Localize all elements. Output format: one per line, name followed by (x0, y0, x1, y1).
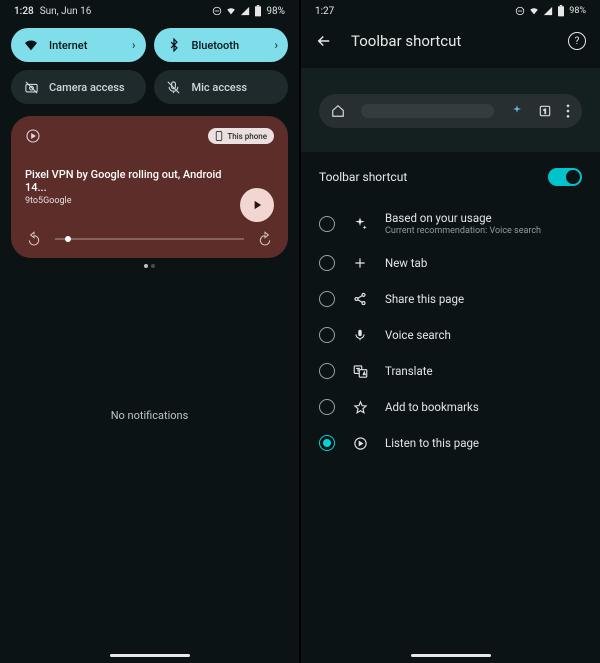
radio (319, 327, 335, 343)
battery-icon (557, 5, 565, 17)
battery-pct: 98% (266, 6, 285, 17)
url-field (361, 104, 494, 118)
tile-label: Mic access (192, 81, 248, 94)
media-source: 9to5Google (25, 196, 274, 206)
mic-off-icon (166, 79, 182, 95)
setting-label: Toolbar shortcut (319, 170, 407, 184)
status-time: 1:27 (315, 6, 334, 17)
option-label: Share this page (385, 292, 464, 306)
home-icon (331, 104, 345, 118)
chevron-right-icon: › (274, 38, 278, 52)
tile-label: Camera access (49, 81, 125, 94)
status-bar: 1:28 Sun, Jun 16 98% (0, 0, 299, 22)
tile-mic-access[interactable]: Mic access (154, 70, 289, 104)
page-title: Toolbar shortcut (351, 32, 550, 50)
radio (319, 216, 335, 232)
option-based-on-usage[interactable]: Based on your usage Current recommendati… (301, 202, 600, 245)
option-label: Based on your usage (385, 211, 541, 225)
output-label: This phone (227, 132, 267, 141)
option-label: New tab (385, 256, 427, 270)
options-list: Based on your usage Current recommendati… (301, 198, 600, 461)
status-time: 1:28 (14, 6, 34, 17)
sparkle-shortcut-icon (510, 104, 524, 118)
phone-icon (215, 131, 223, 141)
tile-internet[interactable]: Internet › (11, 28, 146, 62)
option-listen[interactable]: Listen to this page (301, 425, 600, 461)
sparkle-icon (351, 215, 369, 233)
no-notifications: No notifications (0, 268, 299, 663)
radio (319, 399, 335, 415)
progress-knob[interactable] (65, 236, 71, 242)
svg-text:1: 1 (543, 107, 547, 115)
toolbar-preview: 1 (301, 68, 600, 152)
translate-icon (351, 362, 369, 380)
radio (319, 435, 335, 451)
media-title: Pixel VPN by Google rolling out, Android… (25, 168, 274, 194)
battery-pct: 98% (569, 6, 586, 16)
option-sub: Current recommendation: Voice search (385, 226, 541, 236)
option-label: Voice search (385, 328, 451, 342)
help-button[interactable]: ? (568, 32, 586, 50)
star-icon (351, 398, 369, 416)
option-new-tab[interactable]: New tab (301, 245, 600, 281)
status-icons: 98% (212, 5, 285, 17)
battery-icon (254, 5, 262, 17)
play-circle-icon (25, 128, 41, 144)
right-phone: 1:27 98% Toolbar shortcut ? 1 Toolbar sh… (301, 0, 600, 663)
forward-10-icon[interactable] (256, 230, 274, 248)
progress-track[interactable] (55, 238, 244, 240)
tile-bluetooth[interactable]: Bluetooth › (154, 28, 289, 62)
option-label: Listen to this page (385, 436, 479, 450)
url-bar: 1 (319, 94, 582, 128)
play-button[interactable] (240, 188, 274, 222)
mic-icon (351, 326, 369, 344)
left-phone: 1:28 Sun, Jun 16 98% Internet › Bluetoot… (0, 0, 299, 663)
option-label: Translate (385, 364, 433, 378)
menu-icon (566, 104, 570, 118)
setting-row: Toolbar shortcut (301, 152, 600, 198)
home-indicator[interactable] (110, 654, 190, 657)
status-bar: 1:27 98% (301, 0, 600, 22)
radio (319, 291, 335, 307)
wifi-status-icon (226, 6, 236, 16)
tab-count-icon: 1 (538, 104, 552, 118)
toolbar-shortcut-switch[interactable] (548, 168, 582, 186)
rewind-10-icon[interactable] (25, 230, 43, 248)
radio (319, 363, 335, 379)
option-label: Add to bookmarks (385, 400, 479, 414)
signal-icon (240, 6, 250, 16)
status-date: Sun, Jun 16 (40, 6, 92, 17)
media-output-chip[interactable]: This phone (208, 128, 274, 144)
dnd-icon (212, 6, 222, 16)
plus-icon (351, 254, 369, 272)
camera-off-icon (23, 79, 39, 95)
signal-icon (543, 6, 553, 16)
media-card[interactable]: This phone Pixel VPN by Google rolling o… (11, 116, 288, 258)
tile-camera-access[interactable]: Camera access (11, 70, 146, 104)
listen-icon (351, 434, 369, 452)
option-voice-search[interactable]: Voice search (301, 317, 600, 353)
tile-label: Internet (49, 39, 87, 52)
option-translate[interactable]: Translate (301, 353, 600, 389)
option-bookmark[interactable]: Add to bookmarks (301, 389, 600, 425)
wifi-icon (23, 37, 39, 53)
quick-settings: Internet › Bluetooth › Camera access Mic… (0, 22, 299, 104)
wifi-status-icon (529, 6, 539, 16)
tile-label: Bluetooth (192, 39, 240, 52)
app-bar: Toolbar shortcut ? (301, 22, 600, 60)
dnd-icon (515, 6, 525, 16)
chevron-right-icon: › (132, 38, 136, 52)
radio (319, 255, 335, 271)
back-button[interactable] (315, 32, 333, 50)
option-share[interactable]: Share this page (301, 281, 600, 317)
status-icons: 98% (515, 5, 586, 17)
share-icon (351, 290, 369, 308)
bluetooth-icon (166, 37, 182, 53)
home-indicator[interactable] (411, 654, 491, 657)
